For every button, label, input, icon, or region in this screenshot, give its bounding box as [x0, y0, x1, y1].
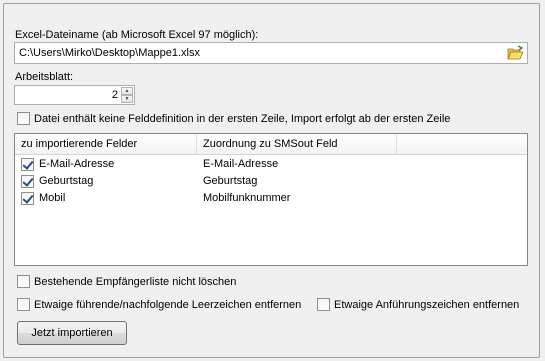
column-header-fields[interactable]: zu importierende Felder — [15, 134, 197, 155]
file-name-label: Excel-Dateiname (ab Microsoft Excel 97 m… — [15, 29, 259, 41]
field-name: E-Mail-Adresse — [39, 158, 115, 170]
list-item[interactable]: Geburtstag Geburtstag — [15, 173, 527, 190]
trim-spaces-label: Etwaige führende/nachfolgende Leerzeiche… — [34, 299, 302, 311]
import-now-button[interactable]: Jetzt importieren — [17, 321, 127, 345]
field-mapping: Geburtstag — [203, 175, 258, 187]
file-path-input[interactable]: C:\Users\Mirko\Desktop\Mappe1.xlsx — [14, 42, 528, 64]
sheet-number-value: 2 — [111, 89, 118, 101]
spin-up-icon[interactable]: ▲ — [121, 87, 133, 95]
keep-list-label: Bestehende Empfängerliste nicht löschen — [34, 276, 237, 288]
no-header-checkbox[interactable] — [17, 112, 30, 125]
open-folder-icon[interactable] — [507, 45, 524, 61]
column-header-mapping[interactable]: Zuordnung zu SMSout Feld — [197, 134, 397, 155]
field-mapping-list[interactable]: zu importierende Felder Zuordnung zu SMS… — [14, 133, 528, 266]
keep-list-checkbox[interactable] — [17, 275, 30, 288]
field-checkbox[interactable] — [21, 192, 34, 205]
field-name: Mobil — [39, 192, 66, 204]
trim-spaces-checkbox[interactable] — [17, 298, 30, 311]
remove-quotes-checkbox[interactable] — [317, 298, 330, 311]
field-checkbox[interactable] — [21, 158, 34, 171]
sheet-number-stepper[interactable]: 2 ▲ ▼ — [14, 85, 135, 105]
list-header: zu importierende Felder Zuordnung zu SMS… — [15, 134, 527, 155]
file-path-value: C:\Users\Mirko\Desktop\Mappe1.xlsx — [19, 47, 200, 59]
list-item[interactable]: E-Mail-Adresse E-Mail-Adresse — [15, 156, 527, 173]
spin-down-icon[interactable]: ▼ — [121, 95, 133, 103]
field-name: Geburtstag — [39, 175, 94, 187]
sheet-label: Arbeitsblatt: — [15, 71, 74, 83]
field-mapping: Mobilfunknummer — [203, 192, 291, 204]
remove-quotes-label: Etwaige Anführungszeichen entfernen — [334, 299, 520, 311]
list-item[interactable]: Mobil Mobilfunknummer — [15, 190, 527, 207]
field-checkbox[interactable] — [21, 175, 34, 188]
field-mapping: E-Mail-Adresse — [203, 158, 279, 170]
no-header-label: Datei enthält keine Felddefinition in de… — [34, 113, 451, 125]
